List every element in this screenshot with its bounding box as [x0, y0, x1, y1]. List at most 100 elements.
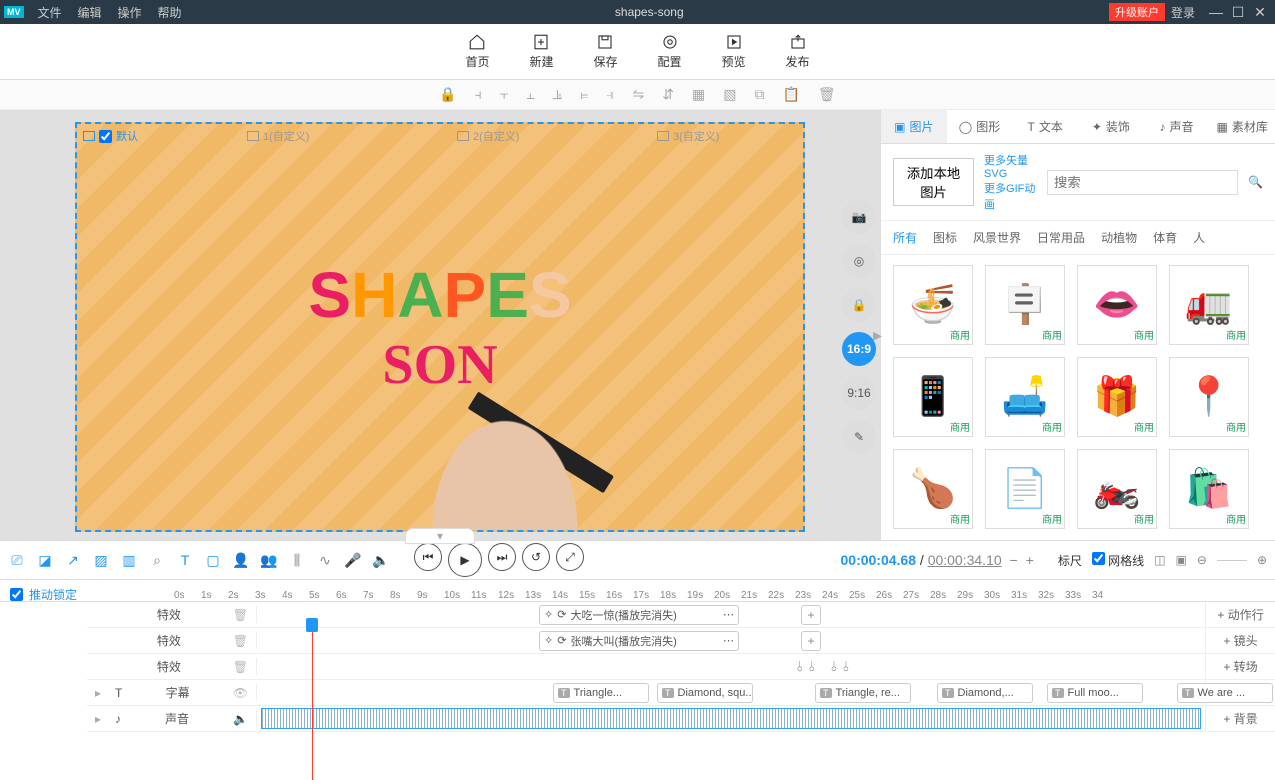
record-icon[interactable]: ◪	[36, 551, 54, 569]
ratio-9-16[interactable]: 9:16	[842, 376, 876, 410]
search-timeline-icon[interactable]: ⌕	[148, 551, 166, 569]
subtitle-clip[interactable]: TWe are ...	[1177, 683, 1273, 703]
add-action-row[interactable]: + 动作行	[1205, 602, 1275, 627]
time-plus[interactable]: +	[1026, 552, 1034, 568]
fit-icon[interactable]: ▣	[1176, 553, 1187, 567]
menu-edit[interactable]: 编辑	[70, 4, 110, 21]
align-vcenter-icon[interactable]: ⫢	[580, 86, 588, 103]
bring-front-icon[interactable]: ▦	[692, 86, 705, 103]
asset-tile[interactable]: 🛍️商用	[1169, 449, 1249, 529]
cat-sports[interactable]: 体育	[1153, 229, 1177, 246]
minimize-icon[interactable]: —	[1205, 4, 1227, 20]
snap-icon[interactable]: ◫	[1154, 553, 1165, 567]
asset-tile[interactable]: 🛋️商用	[985, 357, 1065, 437]
flip-v-icon[interactable]: ⇵	[662, 86, 674, 103]
delete-track-icon[interactable]: 🗑	[233, 660, 248, 674]
add-lens-row[interactable]: + 镜头	[1205, 628, 1275, 653]
tab-image[interactable]: ▣ 图片	[881, 110, 947, 143]
tab-sound[interactable]: ♪ 声音	[1144, 110, 1210, 143]
scene-tab-2[interactable]: 2(自定义)	[457, 128, 519, 144]
search-icon[interactable]: 🔍	[1248, 175, 1263, 189]
canvas-collapse-handle[interactable]: ▾	[405, 528, 475, 544]
zoom-in-icon[interactable]: ⊕	[1257, 553, 1267, 567]
asset-tile[interactable]: 🎁商用	[1077, 357, 1157, 437]
camera-icon[interactable]: ⎚	[8, 551, 26, 569]
menu-help[interactable]: 帮助	[150, 4, 190, 21]
menu-operate[interactable]: 操作	[110, 4, 150, 21]
zoom-out-icon[interactable]: ⊖	[1197, 553, 1207, 567]
visibility-icon[interactable]: 👁	[233, 686, 248, 700]
eq-icon[interactable]: ⫼	[288, 551, 306, 569]
asset-tile[interactable]: 📱商用	[893, 357, 973, 437]
subtitle-clip[interactable]: TDiamond, squ...	[657, 683, 753, 703]
send-back-icon[interactable]: ▧	[723, 86, 736, 103]
cat-nature[interactable]: 动植物	[1101, 229, 1137, 246]
group-icon[interactable]: 👥	[260, 551, 278, 569]
clip-fx1[interactable]: ✧⟳大吃一惊(播放完消失)⋯	[539, 605, 739, 625]
more-svg-link[interactable]: 更多矢量SVG	[984, 152, 1037, 180]
user-icon[interactable]: 👤	[232, 551, 250, 569]
volume-icon[interactable]: 🔈	[372, 551, 390, 569]
toolbar-new[interactable]: 新建	[529, 33, 553, 70]
scene-tab-3[interactable]: 3(自定义)	[657, 128, 719, 144]
asset-tile[interactable]: 📍商用	[1169, 357, 1249, 437]
scene-tab-1[interactable]: 1(自定义)	[247, 128, 309, 144]
pen-tool[interactable]: ✎	[842, 420, 876, 454]
subtitle-clip[interactable]: TTriangle, re...	[815, 683, 911, 703]
transition-markers[interactable]: ⫰⫰⫰⫰	[797, 657, 849, 677]
time-minus[interactable]: −	[1010, 552, 1018, 568]
export-icon[interactable]: ↗	[64, 551, 82, 569]
cat-people[interactable]: 人	[1193, 229, 1205, 246]
subtitle-clip[interactable]: TDiamond,...	[937, 683, 1033, 703]
lock-tool[interactable]: 🔒	[842, 288, 876, 322]
subtitle-clip[interactable]: TFull moo...	[1047, 683, 1143, 703]
tab-shape[interactable]: ◯ 图形	[947, 110, 1013, 143]
scene-tab-0[interactable]: 默认	[83, 128, 138, 144]
crop-icon[interactable]: ▨	[92, 551, 110, 569]
layers-icon[interactable]: ▥	[120, 551, 138, 569]
add-transition-row[interactable]: + 转场	[1205, 654, 1275, 679]
lock-icon[interactable]: 🔒	[439, 86, 456, 103]
maximize-icon[interactable]: ☐	[1227, 4, 1249, 21]
text-track-icon[interactable]: T	[176, 551, 194, 569]
toolbar-config[interactable]: 配置	[658, 33, 682, 70]
tab-decor[interactable]: ✦ 装饰	[1078, 110, 1144, 143]
tab-library[interactable]: ▦ 素材库	[1209, 110, 1275, 143]
expand-icon[interactable]: ▸	[95, 712, 105, 726]
toolbar-publish[interactable]: 发布	[786, 33, 810, 70]
asset-tile[interactable]: 🚛商用	[1169, 265, 1249, 345]
flip-h-icon[interactable]: ⇋	[633, 86, 645, 103]
scene-check-0[interactable]	[99, 130, 112, 143]
toolbar-preview[interactable]: 预览	[722, 33, 746, 70]
shape-track-icon[interactable]: ▢	[204, 551, 222, 569]
next-button[interactable]: ⏭	[488, 543, 516, 571]
zoom-slider[interactable]	[1217, 560, 1247, 561]
camera-tool[interactable]: 📷	[842, 200, 876, 234]
clip-fx2[interactable]: ✧⟳张嘴大叫(播放完消失)⋯	[539, 631, 739, 651]
asset-tile[interactable]: 🪧商用	[985, 265, 1065, 345]
scroll-lock-toggle[interactable]: 推动锁定	[0, 580, 87, 609]
time-total[interactable]: 00:00:34.10	[928, 552, 1002, 568]
copy-icon[interactable]: ⧉	[754, 86, 764, 103]
cat-scenery[interactable]: 风景世界	[973, 229, 1021, 246]
more-gif-link[interactable]: 更多GIF动画	[984, 180, 1037, 212]
login-button[interactable]: 登录	[1171, 4, 1195, 21]
delete-track-icon[interactable]: 🗑	[233, 608, 248, 622]
upgrade-button[interactable]: 升级账户	[1109, 3, 1165, 21]
search-input[interactable]	[1047, 170, 1238, 195]
align-left-icon[interactable]: ⫞	[475, 86, 482, 103]
expand-icon[interactable]: ▸	[95, 686, 105, 700]
asset-tile[interactable]: 🍗商用	[893, 449, 973, 529]
asset-tile[interactable]: 🏍️商用	[1077, 449, 1157, 529]
asset-tile[interactable]: 🍜商用	[893, 265, 973, 345]
cat-all[interactable]: 所有	[893, 229, 917, 246]
align-bottom-icon[interactable]: ⫣	[606, 86, 614, 103]
asset-tile[interactable]: 👄商用	[1077, 265, 1157, 345]
panel-collapse-icon[interactable]: ▸	[873, 325, 882, 346]
close-icon[interactable]: ✕	[1249, 4, 1271, 21]
add-clip-button[interactable]: +	[801, 605, 821, 625]
cat-daily[interactable]: 日常用品	[1037, 229, 1085, 246]
ratio-16-9[interactable]: 16:9	[842, 332, 876, 366]
align-hcenter-icon[interactable]: ⫟	[500, 86, 508, 103]
add-background-row[interactable]: + 背景	[1205, 706, 1275, 731]
